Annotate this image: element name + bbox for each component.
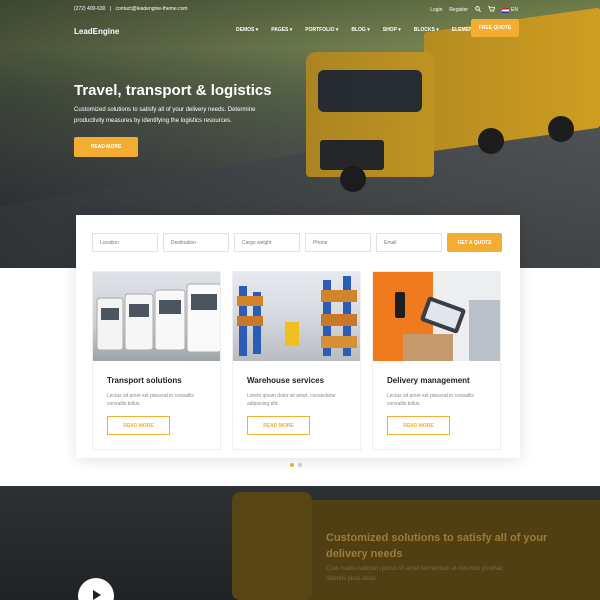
separator: |: [109, 6, 112, 12]
service-card-delivery: Delivery management Lectus sit amet est …: [372, 271, 501, 450]
email-input[interactable]: Email: [376, 233, 442, 252]
pagination-dot-active[interactable]: [290, 463, 294, 467]
nav-item-blog[interactable]: BLOG ▾: [351, 27, 369, 33]
card-read-more-button[interactable]: READ MORE: [247, 416, 310, 435]
card-read-more-button[interactable]: READ MORE: [387, 416, 450, 435]
nav-item-shop[interactable]: SHOP ▾: [383, 27, 401, 33]
card-title: Transport solutions: [107, 376, 182, 385]
trucks-illustration: [96, 283, 220, 353]
nav-menu: DEMOS ▾ PAGES ▾ PORTFOLIO ▾ BLOG ▾ SHOP …: [236, 27, 483, 33]
play-icon: [92, 587, 101, 600]
destination-input[interactable]: Destination: [163, 233, 229, 252]
nav-item-pages[interactable]: PAGES ▾: [271, 27, 292, 33]
hero-read-more-button[interactable]: READ MORE: [74, 137, 138, 157]
nav-item-portfolio[interactable]: PORTFOLIO ▾: [305, 27, 338, 33]
delivery-illustration: [373, 272, 500, 361]
card-text: Lectus sit amet est placerat in convalli…: [107, 393, 194, 407]
nav-item-label: PORTFOLIO: [305, 27, 335, 33]
quote-form: Location Destination Cargo weight Phone …: [92, 233, 502, 252]
logo[interactable]: LeadEngine: [74, 27, 119, 36]
card-image: [93, 272, 220, 361]
carousel-pagination: [290, 463, 302, 467]
hero-subtitle: Customized solutions to satisfy all of y…: [74, 107, 256, 124]
language-selector[interactable]: EN: [502, 7, 518, 13]
card-title: Delivery management: [387, 376, 470, 385]
card-image: [373, 272, 500, 361]
register-link[interactable]: Register: [449, 7, 468, 13]
free-quote-button[interactable]: FREE QUOTE: [471, 19, 519, 37]
service-card-warehouse: Warehouse services Lorem ipsum dolor sit…: [232, 271, 361, 450]
pagination-dot[interactable]: [298, 463, 302, 467]
cart-icon[interactable]: [488, 6, 496, 14]
location-input[interactable]: Location: [92, 233, 158, 252]
page: (272) 400-630 | contact@leadengine-theme…: [0, 0, 600, 600]
card-read-more-button[interactable]: READ MORE: [107, 416, 170, 435]
nav-item-label: SHOP: [382, 27, 397, 33]
top-bar: (272) 400-630 | contact@leadengine-theme…: [0, 0, 600, 16]
nav-item-label: PAGES: [271, 27, 289, 33]
cargo-weight-input[interactable]: Cargo weight: [234, 233, 300, 252]
card-text: Lectus sit amet est placerat in convalli…: [387, 393, 474, 407]
nav-item-label: DEMOS: [236, 27, 255, 33]
section-title: Customized solutions to satisfy all of y…: [326, 532, 548, 560]
flag-icon: [502, 7, 510, 13]
get-quote-button[interactable]: GET A QUOTE: [447, 233, 502, 252]
email-link[interactable]: contact@leadengine-theme.com: [116, 6, 188, 12]
account-links: Login Register EN: [430, 6, 518, 14]
contact-info: (272) 400-630 | contact@leadengine-theme…: [74, 6, 188, 12]
search-icon[interactable]: [475, 6, 482, 14]
hero-title: Travel, transport & logistics: [74, 82, 272, 99]
warehouse-illustration: [237, 276, 357, 356]
phone-text: (272) 400-630: [74, 6, 106, 12]
card-image: [233, 272, 360, 361]
card-text: Lorem ipsum dolor sit amet, consectetur …: [247, 393, 336, 407]
service-card-transport: Transport solutions Lectus sit amet est …: [92, 271, 221, 450]
card-title: Warehouse services: [247, 376, 325, 385]
nav-item-label: BLOCKS: [413, 27, 435, 33]
phone-input[interactable]: Phone: [305, 233, 371, 252]
login-link[interactable]: Login: [430, 7, 442, 13]
nav-item-blocks[interactable]: BLOCKS ▾: [414, 27, 439, 33]
nav-item-demos[interactable]: DEMOS ▾: [236, 27, 258, 33]
language-label: EN: [511, 7, 518, 13]
main-nav: LeadEngine DEMOS ▾ PAGES ▾ PORTFOLIO ▾ B…: [0, 18, 600, 40]
section-text: Cras mattis iudicium purus sit amet ferm…: [326, 566, 505, 582]
nav-item-label: BLOG: [351, 27, 366, 33]
